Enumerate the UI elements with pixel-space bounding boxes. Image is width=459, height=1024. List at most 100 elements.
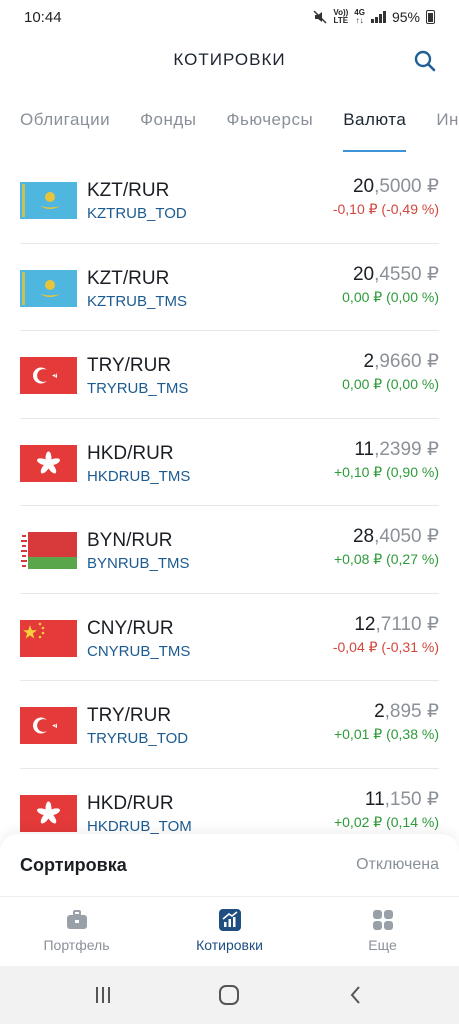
data-arrows-icon: ↑↓ xyxy=(355,16,364,25)
kazakhstan-flag-icon xyxy=(20,182,77,219)
price-int: 2 xyxy=(363,351,375,372)
list-item[interactable]: KZT/RUR KZTRUB_TMS 20,4550 ₽ 0,00 ₽ (0,0… xyxy=(20,244,439,331)
mute-icon xyxy=(313,10,327,24)
price-frac: ,150 ₽ xyxy=(384,788,439,810)
tab-currency[interactable]: Валюта xyxy=(343,104,407,152)
search-icon[interactable] xyxy=(413,49,437,73)
price: 2,9660 ₽ xyxy=(364,350,440,373)
recent-apps-icon[interactable] xyxy=(91,983,115,1007)
back-icon[interactable] xyxy=(344,983,368,1007)
price: 11,2399 ₽ xyxy=(354,438,439,461)
list-item[interactable]: TRY/RUR TRYRUB_TOD 2,895 ₽ +0,01 ₽ (0,38… xyxy=(20,681,439,769)
home-icon[interactable] xyxy=(217,983,241,1007)
price-frac: ,4550 ₽ xyxy=(374,263,439,285)
turkey-flag-icon xyxy=(20,357,77,394)
currency-pair: KZT/RUR xyxy=(87,267,170,289)
price: 2,895 ₽ xyxy=(374,700,439,723)
price-change: +0,01 ₽ (0,38 %) xyxy=(333,726,439,742)
ticker: CNYRUB_TMS xyxy=(87,642,191,660)
price-change: -0,04 ₽ (-0,31 %) xyxy=(332,638,439,655)
volte-line2: LTE xyxy=(333,16,349,25)
price-change: +0,08 ₽ (0,27 %) xyxy=(333,551,439,567)
price-frac: ,2399 ₽ xyxy=(374,438,439,460)
list-item[interactable]: CNY/RUR CNYRUB_TMS 12,7110 ₽ -0,04 ₽ (-0… xyxy=(20,594,439,681)
nav-label: Портфель xyxy=(43,937,110,953)
chart-icon xyxy=(218,909,241,931)
list-item[interactable]: KZT/RUR KZTRUB_TOD 20,5000 ₽ -0,10 ₽ (-0… xyxy=(20,156,439,244)
ticker: TRYRUB_TMS xyxy=(87,380,189,397)
price-change: +0,02 ₽ (0,14 %) xyxy=(333,813,439,830)
currency-pair: CNY/RUR xyxy=(87,617,174,639)
price-frac: ,895 ₽ xyxy=(384,701,439,722)
price-frac: ,4050 ₽ xyxy=(374,526,439,547)
price-int: 28 xyxy=(352,526,375,547)
price-change: 0,00 ₽ (0,00 %) xyxy=(342,376,439,392)
quotes-list: KZT/RUR KZTRUB_TOD 20,5000 ₽ -0,10 ₽ (-0… xyxy=(0,156,459,856)
sort-value: Отключена xyxy=(356,856,439,873)
china-flag-icon xyxy=(20,619,77,657)
list-item[interactable]: BYN/RUR BYNRUB_TMS 28,4050 ₽ +0,08 ₽ (0,… xyxy=(20,506,439,594)
battery-percent: 95% xyxy=(391,9,420,25)
hongkong-flag-icon xyxy=(20,444,77,482)
battery-icon xyxy=(426,10,435,24)
status-time: 10:44 xyxy=(24,8,62,26)
price-change: +0,10 ₽ (0,90 %) xyxy=(333,463,439,480)
currency-pair: HKD/RUR xyxy=(87,792,174,814)
ticker: HKDRUB_TOM xyxy=(87,817,192,835)
turkey-flag-icon xyxy=(20,707,77,744)
briefcase-icon xyxy=(66,910,87,929)
price: 20,5000 ₽ xyxy=(353,175,439,198)
price-change: -0,10 ₽ (-0,49 %) xyxy=(332,201,439,217)
volte-icon: Vo)) LTE xyxy=(333,9,348,25)
ticker: KZTRUB_TOD xyxy=(87,205,187,222)
currency-pair: TRY/RUR xyxy=(87,705,172,726)
tab-futures[interactable]: Фьючерсы xyxy=(227,104,314,152)
hongkong-flag-icon xyxy=(20,794,77,832)
page-title: КОТИРОВКИ xyxy=(173,50,286,69)
system-nav-bar xyxy=(0,966,459,1024)
tab-funds[interactable]: Фонды xyxy=(140,104,196,152)
nav-label: Еще xyxy=(368,937,397,953)
list-item[interactable]: HKD/RUR HKDRUB_TMS 11,2399 ₽ +0,10 ₽ (0,… xyxy=(20,419,439,506)
price-change: 0,00 ₽ (0,00 %) xyxy=(342,288,439,305)
grid-icon xyxy=(372,910,393,930)
network-icon: 4G ↑↓ xyxy=(354,9,365,25)
ticker: BYNRUB_TMS xyxy=(87,555,190,572)
nav-quotes[interactable]: Котировки xyxy=(153,897,306,966)
price-int: 20 xyxy=(352,263,375,285)
price-frac: ,9660 ₽ xyxy=(374,351,439,372)
signal-icon xyxy=(370,11,386,23)
ticker: TRYRUB_TOD xyxy=(87,730,189,747)
currency-pair: BYN/RUR xyxy=(87,530,173,551)
currency-pair: TRY/RUR xyxy=(87,355,172,376)
currency-pair: KZT/RUR xyxy=(87,180,170,201)
kazakhstan-flag-icon xyxy=(20,269,77,307)
nav-label: Котировки xyxy=(196,937,263,953)
price: 20,4550 ₽ xyxy=(353,263,439,286)
price-frac: ,7110 ₽ xyxy=(375,613,439,635)
price: 12,7110 ₽ xyxy=(354,613,439,636)
belarus-flag-icon xyxy=(20,532,77,569)
category-tabs: Облигации Фонды Фьючерсы Валюта Ин xyxy=(0,104,459,154)
price-int: 12 xyxy=(354,613,376,635)
list-item[interactable]: TRY/RUR TRYRUB_TMS 2,9660 ₽ 0,00 ₽ (0,00… xyxy=(20,331,439,419)
header: КОТИРОВКИ xyxy=(0,40,459,80)
price-int: 20 xyxy=(352,176,375,197)
nav-more[interactable]: Еще xyxy=(306,897,459,966)
sort-label: Сортировка xyxy=(20,854,127,875)
price: 11,150 ₽ xyxy=(365,788,439,811)
tab-bonds[interactable]: Облигации xyxy=(20,104,110,152)
price-frac: ,5000 ₽ xyxy=(374,176,439,197)
status-icons: Vo)) LTE 4G ↑↓ 95% xyxy=(313,9,435,25)
price-int: 2 xyxy=(374,701,385,722)
ticker: KZTRUB_TMS xyxy=(87,292,188,310)
price-int: 11 xyxy=(364,788,385,810)
sort-panel[interactable]: Сортировка Отключена xyxy=(0,834,459,896)
tab-more-cut[interactable]: Ин xyxy=(436,104,459,152)
currency-pair: HKD/RUR xyxy=(87,442,174,464)
price: 28,4050 ₽ xyxy=(353,525,439,548)
bottom-nav: Портфель Котировки Еще xyxy=(0,896,459,966)
nav-portfolio[interactable]: Портфель xyxy=(0,897,153,966)
price-int: 11 xyxy=(354,438,375,460)
status-bar: 10:44 Vo)) LTE 4G ↑↓ 95% xyxy=(0,0,459,34)
